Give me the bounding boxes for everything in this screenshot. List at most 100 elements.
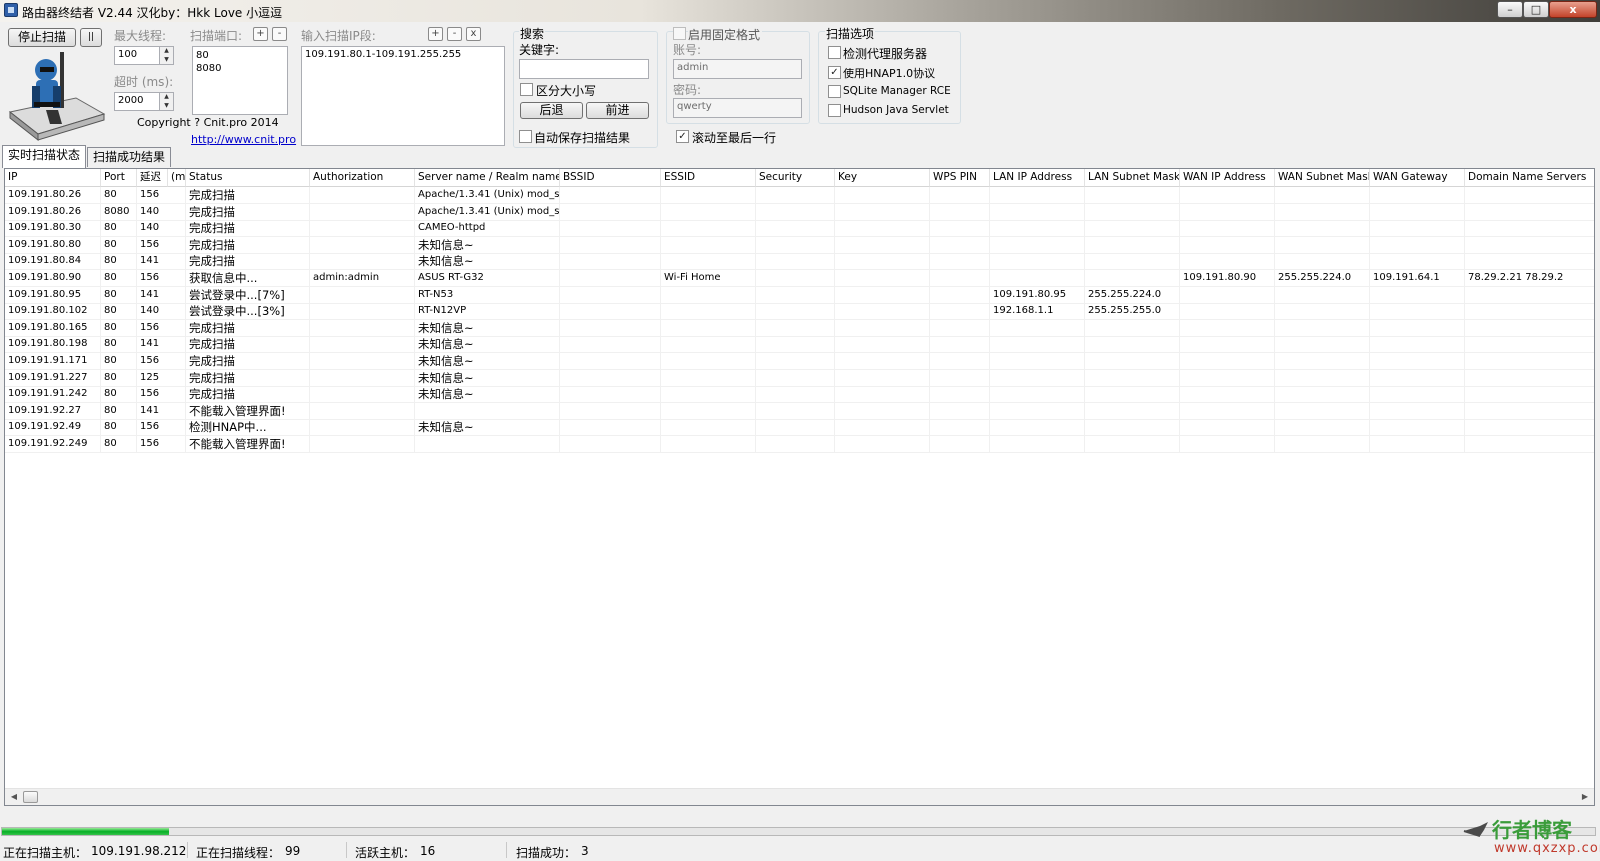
cell-lan-subnet [1085, 270, 1180, 287]
column-header[interactable]: Key [835, 169, 930, 187]
table-row[interactable]: 109.191.80.165 80 156 完成扫描 未知信息~ [5, 319, 1594, 337]
clear-ip-range-button[interactable]: x [466, 27, 481, 41]
column-header[interactable]: BSSID [560, 169, 661, 187]
table-row[interactable]: 109.191.92.249 80 156 不能载入管理界面! [5, 436, 1594, 453]
table-row[interactable]: 109.191.91.171 80 156 完成扫描 未知信息~ [5, 353, 1594, 370]
table-row[interactable]: 109.191.80.84 80 141 完成扫描 未知信息~ [5, 253, 1594, 271]
results-table[interactable]: IPPort延迟(ms)StatusAuthorizationServer na… [4, 168, 1595, 806]
column-header[interactable]: Domain Name Servers [1465, 169, 1594, 187]
hnap-checkbox[interactable]: ✓ [828, 66, 841, 79]
cell-wan-gateway [1370, 286, 1465, 304]
password-input[interactable]: qwerty [673, 98, 802, 118]
hudson-label: Hudson Java Servlet [843, 104, 949, 116]
horizontal-scrollbar[interactable]: ◀ ▶ [5, 788, 1594, 805]
add-port-button[interactable]: + [253, 27, 268, 41]
column-header[interactable]: WAN Gateway [1370, 169, 1465, 187]
cell-latency: 141 [137, 286, 186, 304]
cell-server-name: ASUS RT-G32 [415, 270, 560, 287]
tab-live-scan[interactable]: 实时扫描状态 [2, 145, 87, 168]
column-header[interactable]: (ms) [168, 169, 186, 187]
ports-list[interactable]: 80 8080 [192, 46, 288, 115]
cell-server-name: 未知信息~ [415, 319, 560, 337]
fixed-format-checkbox[interactable] [673, 27, 686, 40]
cell-wan-ip [1180, 236, 1275, 254]
table-row[interactable]: 109.191.91.242 80 156 完成扫描 未知信息~ [5, 386, 1594, 404]
cell-lan-subnet: 255.255.224.0 [1085, 286, 1180, 304]
table-row[interactable]: 109.191.80.102 80 140 尝试登录中...[3%] RT-N12VP 1… [5, 303, 1594, 321]
table-row[interactable]: 109.191.92.27 80 141 不能载入管理界面! [5, 402, 1594, 420]
cell-security [756, 419, 835, 437]
cell-wan-subnet [1275, 203, 1370, 221]
timeout-spinbox[interactable]: 2000 ▲ ▼ [114, 92, 174, 111]
column-header[interactable]: Server name / Realm name / Device type [415, 169, 560, 187]
column-header[interactable]: LAN Subnet Mask [1085, 169, 1180, 187]
close-button[interactable]: x [1549, 1, 1597, 18]
cell-latency: 140 [137, 303, 186, 321]
max-threads-spinner[interactable]: ▲ ▼ [159, 47, 173, 64]
autosave-checkbox[interactable] [519, 130, 532, 143]
table-row[interactable]: 109.191.80.26 80 156 完成扫描 Apache/1.3.41 (Uni… [5, 187, 1594, 204]
scroll-left-icon[interactable]: ◀ [6, 789, 22, 805]
account-input[interactable]: admin [673, 59, 802, 79]
column-header[interactable]: Security [756, 169, 835, 187]
table-row[interactable]: 109.191.80.26 8080 140 完成扫描 Apache/1.3.41 (U… [5, 203, 1594, 221]
case-sensitive-checkbox[interactable] [520, 83, 533, 96]
column-header[interactable]: WAN Subnet Mask [1275, 169, 1370, 187]
success-label: 扫描成功： [516, 846, 577, 860]
cell-authorization [310, 353, 415, 370]
scroll-right-icon[interactable]: ▶ [1577, 789, 1593, 805]
search-back-button[interactable]: 后退 [520, 102, 583, 119]
copyright-text: Copyright ? Cnit.pro 2014 [137, 116, 279, 129]
scroll-last-row-checkbox[interactable]: ✓ [676, 130, 689, 143]
stop-scan-button[interactable]: 停止扫描 [8, 28, 76, 47]
table-row[interactable]: 109.191.91.227 80 125 完成扫描 未知信息~ [5, 369, 1594, 387]
cell-status: 完成扫描 [186, 336, 310, 354]
column-header[interactable]: Authorization [310, 169, 415, 187]
column-header[interactable]: Status [186, 169, 310, 187]
cell-wan-gateway [1370, 419, 1465, 437]
case-sensitive-label: 区分大小写 [536, 84, 597, 98]
keyword-input[interactable] [519, 59, 649, 79]
pause-button[interactable]: || [80, 28, 102, 47]
cell-wps-pin [930, 203, 990, 221]
detect-proxy-checkbox[interactable] [828, 46, 841, 59]
table-row[interactable]: 109.191.80.95 80 141 尝试登录中...[7%] RT-N53 109.… [5, 286, 1594, 304]
cell-server-name [415, 436, 560, 453]
column-header[interactable]: LAN IP Address [990, 169, 1085, 187]
column-header[interactable]: WPS PIN [930, 169, 990, 187]
site-link[interactable]: http://www.cnit.pro [191, 133, 296, 146]
scroll-thumb[interactable] [23, 791, 38, 803]
maximize-button[interactable]: □ [1523, 1, 1549, 18]
timeout-spinner[interactable]: ▲ ▼ [159, 93, 173, 110]
cell-lan-subnet [1085, 436, 1180, 453]
table-row[interactable]: 109.191.80.198 80 141 完成扫描 未知信息~ [5, 336, 1594, 354]
table-row[interactable]: 109.191.80.90 80 156 获取信息中... admin:admin ASU… [5, 270, 1594, 287]
remove-port-button[interactable]: - [272, 27, 287, 41]
sqlite-rce-checkbox[interactable] [828, 85, 841, 98]
table-row[interactable]: 109.191.80.80 80 156 完成扫描 未知信息~ [5, 236, 1594, 254]
tab-success-results[interactable]: 扫描成功结果 [87, 147, 172, 167]
cell-latency: 141 [137, 402, 186, 420]
search-forward-button[interactable]: 前进 [586, 102, 649, 119]
cell-lan-ip [990, 436, 1085, 453]
cell-latency: 156 [137, 187, 186, 204]
scan-progress-fill [2, 828, 170, 835]
column-header[interactable]: Port [101, 169, 137, 187]
cell-bssid [560, 236, 661, 254]
cell-lan-ip [990, 187, 1085, 204]
table-row[interactable]: 109.191.80.30 80 140 完成扫描 CAMEO-httpd [5, 220, 1594, 238]
table-row[interactable]: 109.191.92.49 80 156 检测HNAP中... 未知信息~ [5, 419, 1594, 437]
add-ip-range-button[interactable]: + [428, 27, 443, 41]
minimize-button[interactable]: – [1497, 1, 1523, 18]
cell-wan-subnet [1275, 220, 1370, 238]
ip-range-input[interactable]: 109.191.80.1-109.191.255.255 [301, 46, 505, 146]
cell-status: 不能载入管理界面! [186, 402, 310, 420]
column-header[interactable]: ESSID [661, 169, 756, 187]
hudson-checkbox[interactable] [828, 104, 841, 117]
column-header[interactable]: WAN IP Address [1180, 169, 1275, 187]
max-threads-spinbox[interactable]: 100 ▲ ▼ [114, 46, 174, 65]
remove-ip-range-button[interactable]: - [447, 27, 462, 41]
column-header[interactable]: 延迟 [137, 169, 168, 187]
column-header[interactable]: IP [5, 169, 101, 187]
cell-security [756, 253, 835, 271]
